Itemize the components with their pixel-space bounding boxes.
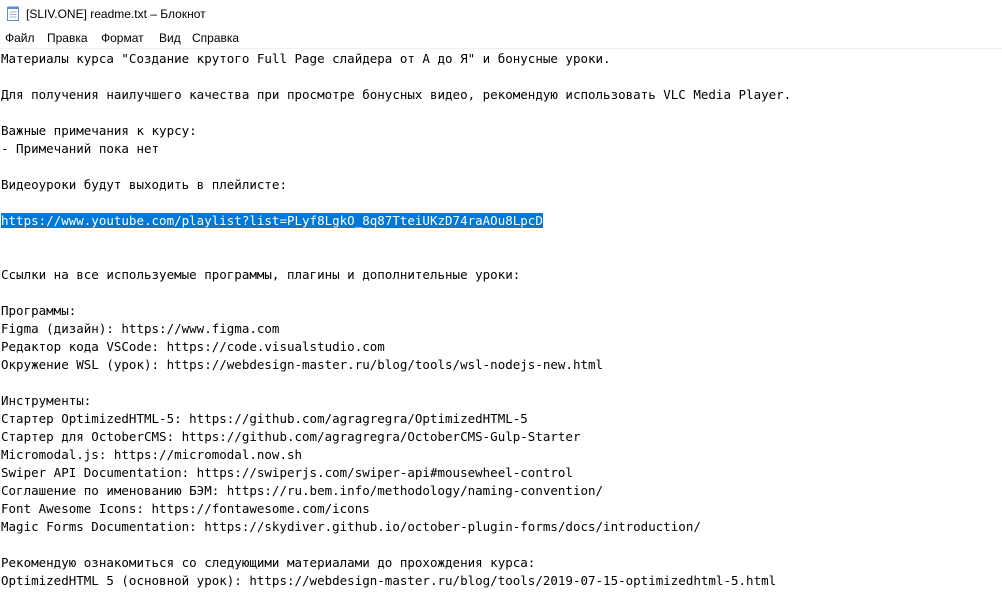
text-line: Micromodal.js: https://micromodal.now.sh <box>1 447 303 462</box>
text-line: OptimizedHTML 5 (основной урок): https:/… <box>1 573 777 588</box>
text-line: Для получения наилучшего качества при пр… <box>1 87 792 102</box>
text-line: Инструменты: <box>1 393 92 408</box>
text-line: Материалы курса "Создание крутого Full P… <box>1 51 611 66</box>
text-line: - Примечаний пока нет <box>1 141 160 156</box>
text-line: Ссылки на все используемые программы, пл… <box>1 267 521 282</box>
menu-bar: Файл Правка Формат Вид Справка <box>0 28 1002 49</box>
menu-view[interactable]: Вид <box>159 31 181 45</box>
window-title: [SLIV.ONE] readme.txt – Блокнот <box>26 7 206 21</box>
text-line: Font Awesome Icons: https://fontawesome.… <box>1 501 370 516</box>
selected-text[interactable]: https://www.youtube.com/playlist?list=PL… <box>1 213 543 228</box>
text-editor[interactable]: Материалы курса "Создание крутого Full P… <box>0 49 1002 595</box>
text-line: Редактор кода VSCode: https://code.visua… <box>1 339 385 354</box>
title-bar[interactable]: [SLIV.ONE] readme.txt – Блокнот <box>0 0 1002 28</box>
text-line: Figma (дизайн): https://www.figma.com <box>1 321 280 336</box>
menu-edit[interactable]: Правка <box>47 31 88 45</box>
text-line: Соглашение по именованию БЭМ: https://ru… <box>1 483 604 498</box>
text-line: Важные примечания к курсу: <box>1 123 197 138</box>
text-line: Окружение WSL (урок): https://webdesign-… <box>1 357 604 372</box>
text-line: Magic Forms Documentation: https://skydi… <box>1 519 701 534</box>
text-line: Рекомендую ознакомиться со следующими ма… <box>1 555 536 570</box>
menu-file[interactable]: Файл <box>5 31 35 45</box>
menu-help[interactable]: Справка <box>192 31 239 45</box>
text-line: Стартер для OctoberCMS: https://github.c… <box>1 429 581 444</box>
menu-format[interactable]: Формат <box>101 31 144 45</box>
text-line: Стартер OptimizedHTML-5: https://github.… <box>1 411 528 426</box>
notepad-window: [SLIV.ONE] readme.txt – Блокнот Файл Пра… <box>0 0 1002 595</box>
text-line: https://www.youtube.com/playlist?list=PL… <box>1 212 543 230</box>
notepad-icon <box>7 6 19 21</box>
text-line: Программы: <box>1 303 77 318</box>
text-line: Видеоуроки будут выходить в плейлисте: <box>1 177 287 192</box>
text-line: Swiper API Documentation: https://swiper… <box>1 465 573 480</box>
